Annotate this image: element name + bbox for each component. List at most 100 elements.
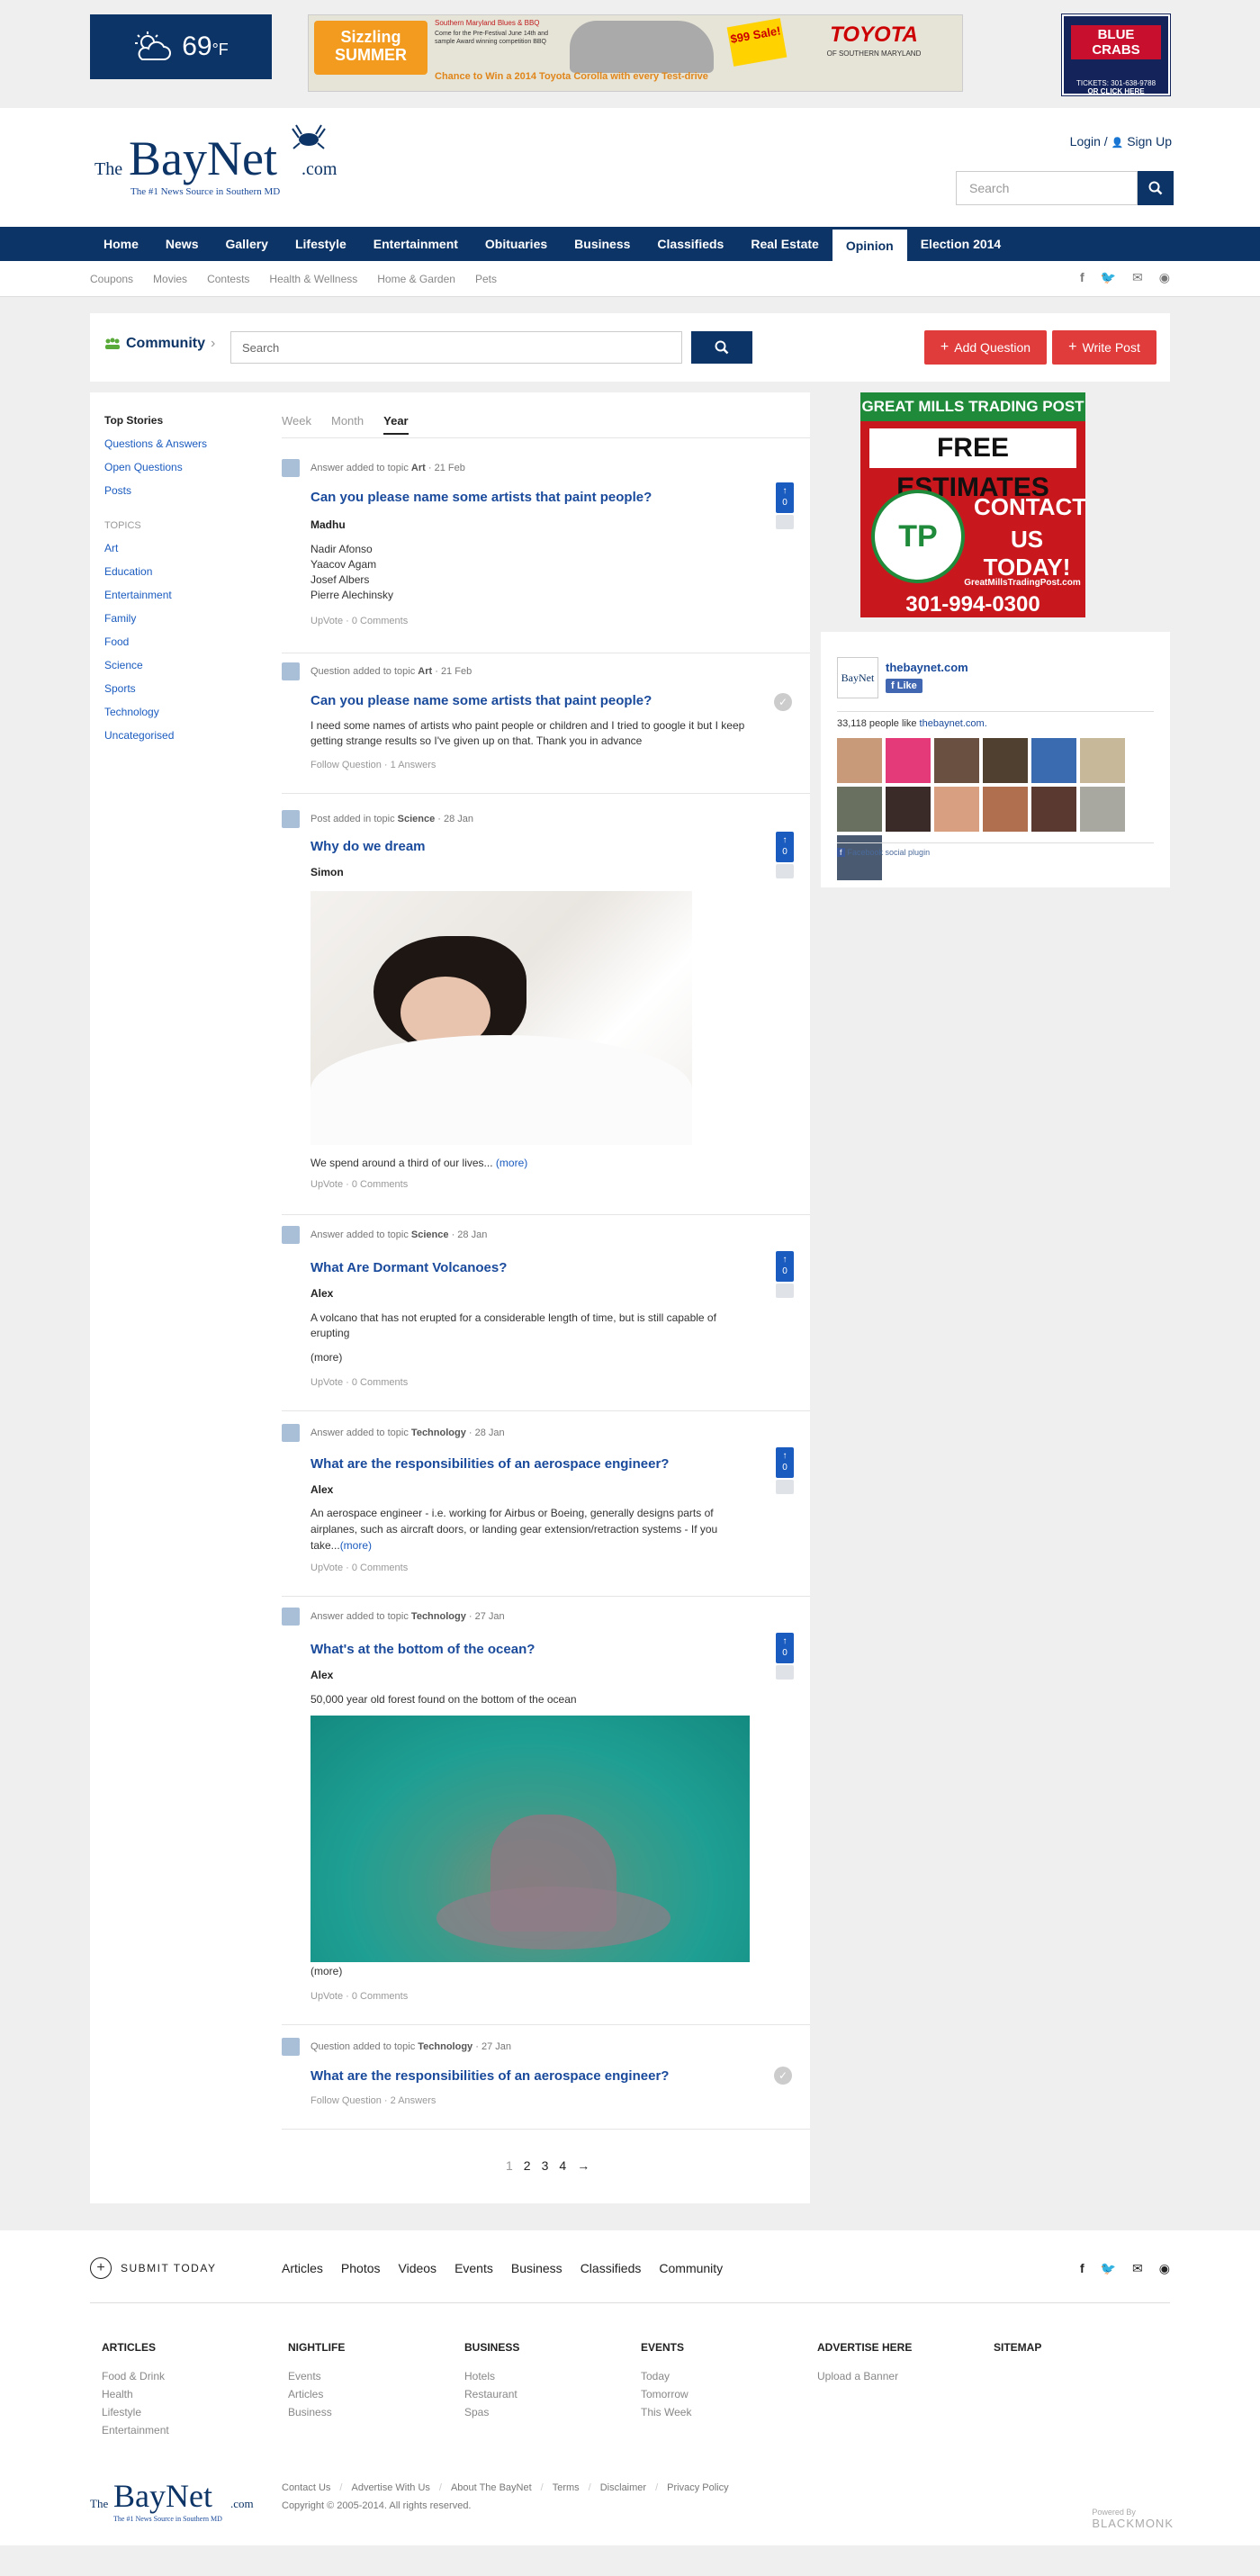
upvote-link[interactable]: UpVote bbox=[310, 1377, 343, 1388]
item-author[interactable]: Alex bbox=[310, 1287, 333, 1300]
email-icon[interactable]: ✉ bbox=[1132, 2261, 1143, 2276]
meta-topic[interactable]: Science bbox=[411, 1229, 449, 1240]
avatar[interactable] bbox=[886, 738, 931, 783]
sidebar-link-open-questions[interactable]: Open Questions bbox=[104, 461, 266, 473]
nav-item-real-estate[interactable]: Real Estate bbox=[737, 227, 832, 261]
avatar[interactable] bbox=[1031, 738, 1076, 783]
subnav-item-health-wellness[interactable]: Health & Wellness bbox=[269, 273, 357, 285]
avatar[interactable] bbox=[282, 1226, 300, 1244]
more-link[interactable]: (more) bbox=[310, 1350, 778, 1365]
answers-link[interactable]: 1 Answers bbox=[391, 760, 436, 770]
fb-page-avatar[interactable]: BayNet bbox=[837, 657, 878, 698]
footer-link-photos[interactable]: Photos bbox=[341, 2261, 381, 2275]
nav-item-classifieds[interactable]: Classifieds bbox=[644, 227, 737, 261]
answers-link[interactable]: 2 Answers bbox=[391, 2095, 436, 2106]
footer-link-community[interactable]: Community bbox=[659, 2261, 723, 2275]
fb-like-button[interactable]: f Like bbox=[886, 679, 922, 693]
nav-item-election-2014[interactable]: Election 2014 bbox=[907, 227, 1015, 261]
topic-link-sports[interactable]: Sports bbox=[104, 682, 266, 695]
site-logo[interactable]: The BayNet .com The #1 News Source in So… bbox=[94, 122, 338, 203]
write-post-button[interactable]: + Write Post bbox=[1052, 330, 1156, 365]
page-4[interactable]: 4 bbox=[559, 2158, 566, 2173]
item-title[interactable]: What's at the bottom of the ocean? bbox=[310, 1642, 535, 1657]
footer-bottom-link-contact-us[interactable]: Contact Us bbox=[282, 2482, 330, 2493]
footer-link-events[interactable]: Events bbox=[454, 2261, 493, 2275]
footer-col-link[interactable]: Upload a Banner bbox=[817, 2367, 912, 2385]
footer-col-link[interactable]: Food & Drink bbox=[102, 2367, 169, 2385]
subnav-item-movies[interactable]: Movies bbox=[153, 273, 187, 285]
footer-link-videos[interactable]: Videos bbox=[399, 2261, 437, 2275]
upvote-button[interactable]: ↑ 0 bbox=[776, 1251, 794, 1282]
upvote-link[interactable]: UpVote bbox=[310, 1179, 343, 1190]
comments-link[interactable]: 0 Comments bbox=[352, 1377, 408, 1388]
more-link[interactable]: (more) bbox=[340, 1539, 372, 1552]
footer-col-link[interactable]: Business bbox=[288, 2403, 345, 2421]
tab-week[interactable]: Week bbox=[282, 414, 311, 435]
avatar[interactable] bbox=[282, 2038, 300, 2056]
meta-topic[interactable]: Art bbox=[418, 666, 432, 677]
item-author[interactable]: Alex bbox=[310, 1483, 333, 1496]
avatar[interactable] bbox=[1080, 738, 1125, 783]
item-title[interactable]: Can you please name some artists that pa… bbox=[310, 490, 652, 505]
page-1[interactable]: 1 bbox=[506, 2158, 513, 2173]
comments-link[interactable]: 0 Comments bbox=[352, 1563, 408, 1573]
footer-bottom-link-advertise-with-us[interactable]: Advertise With Us bbox=[351, 2482, 429, 2493]
powered-by[interactable]: Powered By BLACKMONK bbox=[1092, 2508, 1174, 2530]
twitter-icon[interactable]: 🐦 bbox=[1101, 270, 1116, 285]
topic-link-family[interactable]: Family bbox=[104, 612, 266, 625]
avatar[interactable] bbox=[282, 459, 300, 477]
meta-topic[interactable]: Art bbox=[411, 463, 426, 473]
subnav-item-home-garden[interactable]: Home & Garden bbox=[377, 273, 455, 285]
upvote-link[interactable]: UpVote bbox=[310, 1563, 343, 1573]
item-author[interactable]: Madhu bbox=[310, 518, 346, 531]
more-link[interactable]: (more) bbox=[310, 1964, 778, 1979]
avatar[interactable] bbox=[282, 1424, 300, 1442]
community-search-input[interactable]: Search bbox=[230, 331, 682, 364]
downvote-button[interactable] bbox=[776, 1480, 794, 1494]
item-title[interactable]: What are the responsibilities of an aero… bbox=[310, 2068, 669, 2084]
nav-item-business[interactable]: Business bbox=[561, 227, 644, 261]
community-title[interactable]: Community › bbox=[104, 336, 215, 352]
downvote-button[interactable] bbox=[776, 864, 794, 878]
fb-likes-link[interactable]: thebaynet.com. bbox=[920, 718, 987, 729]
avatar[interactable] bbox=[934, 787, 979, 832]
meta-topic[interactable]: Technology bbox=[411, 1428, 466, 1438]
rss-icon[interactable]: ◉ bbox=[1159, 270, 1170, 285]
footer-col-link[interactable]: This Week bbox=[641, 2403, 691, 2421]
footer-col-link[interactable]: Hotels bbox=[464, 2367, 519, 2385]
more-link[interactable]: (more) bbox=[496, 1157, 527, 1169]
downvote-button[interactable] bbox=[776, 1665, 794, 1680]
email-icon[interactable]: ✉ bbox=[1132, 270, 1143, 285]
comments-link[interactable]: 0 Comments bbox=[352, 1991, 408, 2002]
facebook-icon[interactable]: f bbox=[1080, 2261, 1084, 2276]
fb-page-name[interactable]: thebaynet.com bbox=[886, 661, 968, 674]
nav-item-opinion[interactable]: Opinion bbox=[832, 227, 907, 261]
upvote-button[interactable]: ↑ 0 bbox=[776, 832, 794, 862]
footer-bottom-link-disclaimer[interactable]: Disclaimer bbox=[600, 2482, 646, 2493]
item-title[interactable]: What Are Dormant Volcanoes? bbox=[310, 1260, 507, 1275]
comments-link[interactable]: 0 Comments bbox=[352, 616, 408, 626]
avatar[interactable] bbox=[886, 787, 931, 832]
header-search-input[interactable]: Search bbox=[956, 171, 1138, 205]
footer-col-link[interactable]: Lifestyle bbox=[102, 2403, 169, 2421]
next-page-button[interactable]: → bbox=[577, 2158, 590, 2173]
twitter-icon[interactable]: 🐦 bbox=[1101, 2261, 1116, 2276]
avatar[interactable] bbox=[1080, 787, 1125, 832]
avatar[interactable] bbox=[282, 662, 300, 680]
nav-item-news[interactable]: News bbox=[152, 227, 212, 261]
avatar[interactable] bbox=[983, 738, 1028, 783]
page-3[interactable]: 3 bbox=[542, 2158, 549, 2173]
page-2[interactable]: 2 bbox=[524, 2158, 531, 2173]
tab-year[interactable]: Year bbox=[383, 414, 409, 435]
footer-bottom-link-terms[interactable]: Terms bbox=[553, 2482, 580, 2493]
topic-link-uncategorised[interactable]: Uncategorised bbox=[104, 729, 266, 742]
footer-link-business[interactable]: Business bbox=[511, 2261, 562, 2275]
signup-link[interactable]: Sign Up bbox=[1127, 134, 1172, 149]
sidebar-link-posts[interactable]: Posts bbox=[104, 484, 266, 497]
avatar[interactable] bbox=[1031, 787, 1076, 832]
upvote-link[interactable]: UpVote bbox=[310, 1991, 343, 2002]
avatar[interactable] bbox=[282, 1608, 300, 1626]
footer-col-link[interactable]: Articles bbox=[288, 2385, 345, 2403]
check-icon[interactable]: ✓ bbox=[774, 693, 792, 711]
community-search-button[interactable] bbox=[691, 331, 752, 364]
